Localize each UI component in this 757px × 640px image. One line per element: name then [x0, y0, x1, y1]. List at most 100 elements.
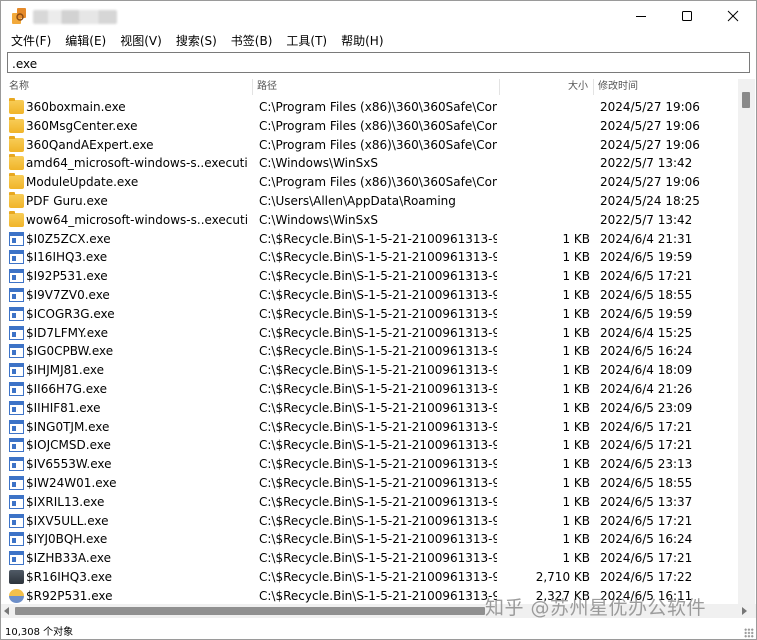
result-row[interactable]: $ING0TJM.exe C:\$Recycle.Bin\S-1-5-21-210… — [1, 418, 737, 437]
file-name: $I92P531.exe — [26, 269, 108, 284]
file-name: $I16IHQ3.exe — [26, 250, 108, 265]
column-name-header[interactable]: 名称 — [9, 79, 29, 95]
result-row[interactable]: amd64_microsoft-windows-s..executio... C:… — [1, 154, 737, 173]
vertical-scroll-thumb[interactable] — [742, 92, 750, 108]
title-bar[interactable] — [1, 1, 756, 31]
results-list: 360boxmain.exe C:\Program Files (x86)\360… — [1, 98, 737, 604]
result-row[interactable]: $IXV5ULL.exe C:\$Recycle.Bin\S-1-5-21-210… — [1, 512, 737, 531]
folder-icon — [9, 173, 24, 190]
file-modified: 2024/5/27 19:06 — [600, 175, 700, 190]
column-modified-header[interactable]: 修改时间 — [598, 79, 638, 95]
file-name: $IIHIF81.exe — [26, 400, 101, 415]
file-name: $I0Z5ZCX.exe — [26, 231, 111, 246]
exe-file-icon — [9, 250, 24, 265]
result-row[interactable]: $II66H7G.exe C:\$Recycle.Bin\S-1-5-21-210… — [1, 380, 737, 399]
result-row[interactable]: $I9V7ZV0.exe C:\$Recycle.Bin\S-1-5-21-210… — [1, 286, 737, 305]
column-separator[interactable] — [252, 79, 253, 95]
column-separator[interactable] — [499, 79, 500, 95]
file-modified: 2024/6/4 21:26 — [600, 382, 693, 396]
file-path: C:\$Recycle.Bin\S-1-5-21-2100961313-98..… — [259, 382, 497, 396]
search-input[interactable] — [8, 55, 732, 73]
scroll-left-arrow-icon[interactable] — [4, 607, 9, 615]
result-row[interactable]: 360boxmain.exe C:\Program Files (x86)\360… — [1, 98, 737, 117]
file-path: C:\$Recycle.Bin\S-1-5-21-2100961313-98..… — [259, 532, 497, 547]
menu-edit[interactable]: 编辑(E) — [58, 31, 113, 51]
exe-file-icon — [9, 419, 24, 434]
result-row[interactable]: $I16IHQ3.exe C:\$Recycle.Bin\S-1-5-21-210… — [1, 248, 737, 267]
file-modified: 2024/6/5 19:59 — [600, 306, 693, 321]
file-name: ModuleUpdate.exe — [26, 175, 139, 190]
result-row[interactable]: $I92P531.exe C:\$Recycle.Bin\S-1-5-21-210… — [1, 267, 737, 286]
result-row[interactable]: $IXRIL13.exe C:\$Recycle.Bin\S-1-5-21-210… — [1, 493, 737, 512]
result-row[interactable]: $IV6553W.exe C:\$Recycle.Bin\S-1-5-21-210… — [1, 455, 737, 474]
file-path: C:\Program Files (x86)\360\360Safe\Confi… — [259, 175, 497, 190]
column-path-header[interactable]: 路径 — [257, 79, 277, 95]
file-path: C:\$Recycle.Bin\S-1-5-21-2100961313-98..… — [259, 344, 497, 359]
magnifier-app-icon — [12, 8, 26, 24]
column-header: 名称 路径 大小 修改时间 — [1, 79, 737, 95]
exe-file-icon — [9, 476, 24, 490]
result-row[interactable]: $IIHIF81.exe C:\$Recycle.Bin\S-1-5-21-210… — [1, 399, 737, 418]
file-size: 1 KB — [562, 457, 590, 472]
file-path: C:\$Recycle.Bin\S-1-5-21-2100961313-98..… — [259, 231, 497, 246]
menu-search[interactable]: 搜索(S) — [169, 31, 224, 51]
result-row[interactable]: 360QandAExpert.exe C:\Program Files (x86)… — [1, 135, 737, 155]
result-row[interactable]: $IZHB33A.exe C:\$Recycle.Bin\S-1-5-21-210… — [1, 549, 737, 568]
file-path: C:\$Recycle.Bin\S-1-5-21-2100961313-98..… — [259, 250, 497, 265]
exe-file-icon — [9, 306, 24, 321]
result-row[interactable]: wow64_microsoft-windows-s..executio... C:… — [1, 210, 737, 230]
file-path: C:\Windows\WinSxS — [259, 156, 378, 171]
file-size: 2,710 KB — [535, 570, 590, 584]
result-row[interactable]: $IG0CPBW.exe C:\$Recycle.Bin\S-1-5-21-210… — [1, 342, 737, 361]
menu-file[interactable]: 文件(F) — [1, 31, 58, 51]
result-row[interactable]: $IOJCMSD.exe C:\$Recycle.Bin\S-1-5-21-210… — [1, 436, 737, 455]
exe-file-icon — [9, 532, 24, 547]
maximize-button[interactable] — [664, 1, 710, 31]
result-row[interactable]: $R16IHQ3.exe C:\$Recycle.Bin\S-1-5-21-210… — [1, 568, 737, 587]
file-size — [501, 173, 590, 192]
file-path: C:\$Recycle.Bin\S-1-5-21-2100961313-98..… — [259, 400, 497, 415]
minimize-button[interactable] — [618, 1, 664, 31]
horizontal-scroll-thumb[interactable] — [15, 607, 485, 615]
scroll-right-arrow-icon[interactable] — [742, 607, 747, 615]
resize-grip-icon[interactable] — [744, 628, 754, 638]
result-row[interactable]: 360MsgCenter.exe C:\Program Files (x86)\3… — [1, 116, 737, 136]
menu-help[interactable]: 帮助(H) — [334, 31, 390, 51]
watermark-text: 知乎 @苏州星优办公软件 — [485, 597, 707, 619]
result-row[interactable]: $ICOGR3G.exe C:\$Recycle.Bin\S-1-5-21-210… — [1, 305, 737, 324]
result-row[interactable]: PDF Guru.exe C:\Users\Allen\AppData\Roami… — [1, 192, 737, 211]
result-row[interactable]: ModuleUpdate.exe C:\Program Files (x86)\3… — [1, 173, 737, 192]
vertical-scrollbar[interactable] — [738, 79, 755, 604]
file-name: $IV6553W.exe — [26, 457, 112, 472]
status-bar: 10,308 个对象 — [1, 621, 756, 639]
maximize-icon — [682, 11, 692, 21]
result-row[interactable]: $IYJ0BQH.exe C:\$Recycle.Bin\S-1-5-21-210… — [1, 530, 737, 549]
file-name: $ID7LFMY.exe — [26, 325, 108, 340]
folder-icon — [9, 210, 24, 227]
file-size: 1 KB — [562, 513, 590, 528]
exe-file-icon — [9, 551, 24, 566]
menu-view[interactable]: 视图(V) — [113, 31, 169, 51]
file-name: $I9V7ZV0.exe — [26, 288, 110, 302]
result-row[interactable]: $IHJMJ81.exe C:\$Recycle.Bin\S-1-5-21-210… — [1, 361, 737, 380]
exe-file-icon — [9, 513, 24, 528]
file-size: 1 KB — [562, 231, 590, 246]
file-name: $IG0CPBW.exe — [26, 344, 114, 359]
folder-icon — [9, 154, 24, 171]
menu-bookmarks[interactable]: 书签(B) — [224, 31, 280, 51]
file-modified: 2024/6/5 17:21 — [600, 513, 693, 528]
result-row[interactable]: $IW24W01.exe C:\$Recycle.Bin\S-1-5-21-210… — [1, 474, 737, 493]
menu-tools[interactable]: 工具(T) — [279, 31, 334, 51]
file-size: 1 KB — [562, 306, 590, 321]
result-row[interactable]: $I0Z5ZCX.exe C:\$Recycle.Bin\S-1-5-21-210… — [1, 230, 737, 249]
close-button[interactable] — [710, 1, 756, 31]
column-size-header[interactable]: 大小 — [568, 79, 588, 95]
file-size: 1 KB — [562, 288, 590, 302]
file-modified: 2024/6/4 21:31 — [600, 231, 693, 246]
column-separator[interactable] — [593, 79, 594, 95]
result-row[interactable]: $ID7LFMY.exe C:\$Recycle.Bin\S-1-5-21-210… — [1, 324, 737, 343]
close-icon — [727, 10, 739, 22]
file-modified: 2024/5/27 19:06 — [600, 100, 700, 114]
file-name: $R92P531.exe — [26, 588, 113, 603]
file-size — [501, 117, 590, 136]
